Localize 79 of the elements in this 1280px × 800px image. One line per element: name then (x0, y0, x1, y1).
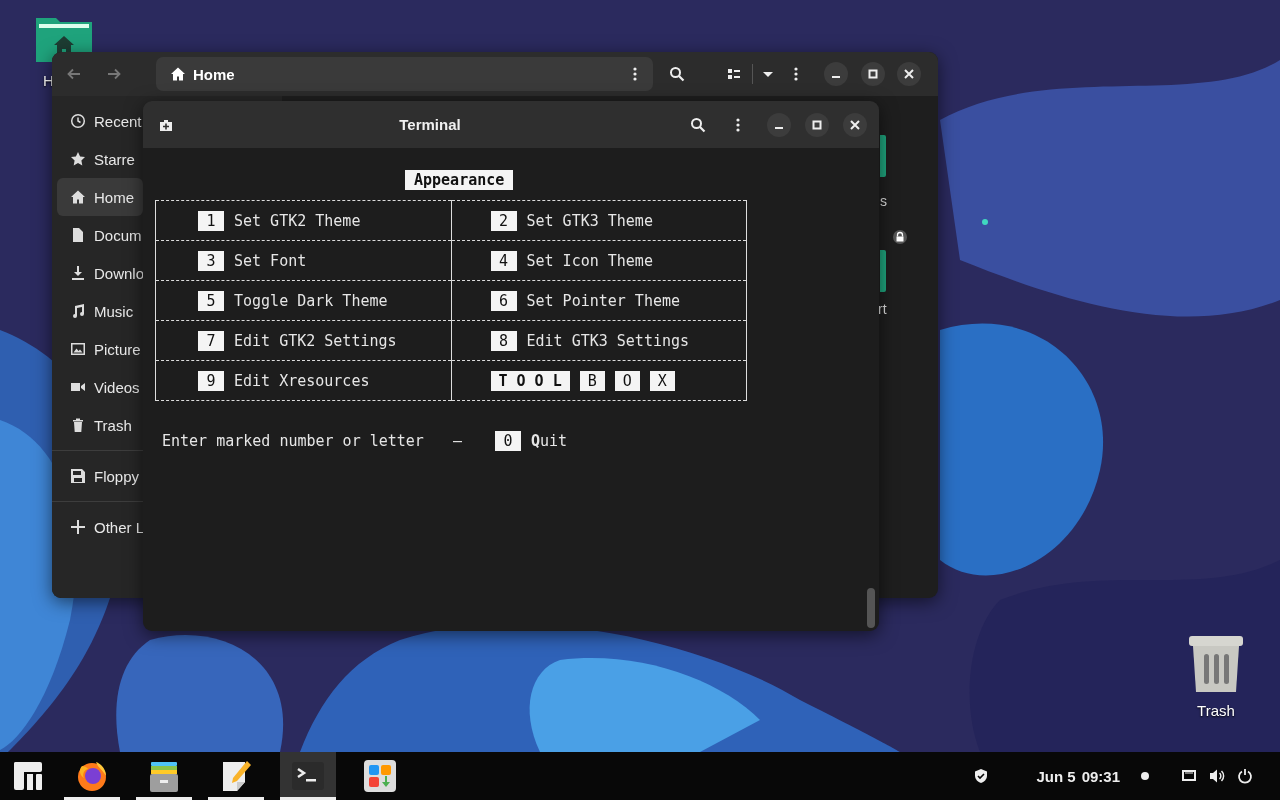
menu-option: Edit GTK2 Settings (234, 330, 397, 351)
maximize-button[interactable] (805, 112, 829, 137)
sidebar-item[interactable]: Trash (57, 406, 143, 444)
menu-option: Set Font (234, 250, 307, 271)
running-indicator (280, 797, 336, 800)
time-text[interactable]: 09:31 (1081, 767, 1120, 785)
volume-icon[interactable] (1209, 768, 1225, 784)
menu-key: 3 (198, 250, 224, 271)
home-icon (170, 66, 186, 82)
menu-option: Edit Xresources (234, 370, 370, 391)
running-indicator (136, 797, 192, 800)
minimize-icon (832, 76, 840, 78)
sidebar-item[interactable]: Picture (57, 330, 143, 368)
sidebar-item[interactable]: Music (57, 292, 143, 330)
menu-key: 4 (490, 250, 517, 271)
search-icon (669, 66, 685, 82)
menu-key: 5 (198, 290, 224, 311)
network-icon[interactable] (1181, 768, 1197, 784)
music-note-icon (70, 303, 86, 319)
menu-option: Quit (530, 431, 568, 451)
menu-option: Set Icon Theme (526, 250, 653, 271)
menu-key: 0 (494, 431, 521, 451)
file-label[interactable]: rt (878, 301, 887, 317)
menu-title: Appearance (405, 170, 514, 190)
menu-option: Set Pointer Theme (526, 290, 681, 311)
file-label[interactable]: s (880, 193, 887, 209)
toolbox-key: X (649, 370, 675, 391)
prompt-text: Enter marked number or letter (162, 431, 424, 451)
clock-icon (70, 113, 86, 129)
star-icon (70, 151, 86, 167)
sidebar-item[interactable]: Recent (57, 102, 143, 140)
menu-option: Set GTK3 Theme (526, 210, 653, 231)
document-icon (70, 227, 86, 243)
toolbox-key: T O O L (490, 370, 570, 391)
toolbox-key: O (614, 370, 640, 391)
minimize-icon (775, 126, 783, 129)
running-indicator (64, 797, 120, 800)
list-view-icon (726, 66, 742, 82)
image-icon (70, 341, 86, 357)
sidebar-item[interactable]: Floppy (57, 457, 143, 495)
power-icon[interactable] (1237, 768, 1253, 784)
sidebar-item[interactable]: Starre (57, 140, 143, 178)
menu-option: Set GTK2 Theme (234, 210, 361, 231)
forward-arrow-icon (106, 66, 122, 82)
maximize-button[interactable] (861, 62, 885, 86)
running-indicator (208, 797, 264, 800)
minimize-button[interactable] (767, 112, 791, 137)
prompt-separator: – (452, 431, 462, 451)
menu-key: 7 (198, 330, 224, 351)
minimize-button[interactable] (824, 62, 848, 86)
close-button[interactable] (897, 62, 921, 86)
shield-icon[interactable] (973, 768, 990, 784)
taskbar-launcher[interactable] (280, 752, 336, 800)
menu-key: 1 (198, 210, 224, 231)
sidebar-item[interactable]: Videos (57, 368, 143, 406)
search-icon (690, 116, 706, 133)
trash-icon (70, 417, 86, 433)
menu-key: 8 (490, 330, 517, 351)
menu-option: Toggle Dark Theme (234, 290, 388, 311)
toolbox-key: B (579, 370, 605, 391)
home-icon (70, 189, 86, 205)
scrollbar-thumb[interactable] (867, 588, 875, 628)
close-button[interactable] (843, 112, 867, 137)
icon-label: Trash (1197, 702, 1235, 719)
plus-icon (70, 519, 86, 535)
date-text[interactable]: Jun 5 (1036, 767, 1076, 785)
download-icon (70, 265, 86, 281)
menu-key: 2 (490, 210, 517, 231)
dot-icon[interactable] (1141, 772, 1149, 780)
menu-key: 6 (490, 290, 517, 311)
path-bar[interactable]: Home (156, 57, 653, 91)
window-title: Terminal (398, 116, 462, 133)
sidebar-item[interactable]: Docum (57, 216, 143, 254)
menu-option: Edit GTK3 Settings (526, 330, 690, 351)
sidebar-item[interactable]: Home (57, 178, 143, 216)
menu-key: 9 (198, 370, 224, 391)
sidebar-item[interactable]: Downlo (57, 254, 143, 292)
app-grid-icon (362, 758, 398, 794)
back-arrow-icon (66, 66, 82, 82)
